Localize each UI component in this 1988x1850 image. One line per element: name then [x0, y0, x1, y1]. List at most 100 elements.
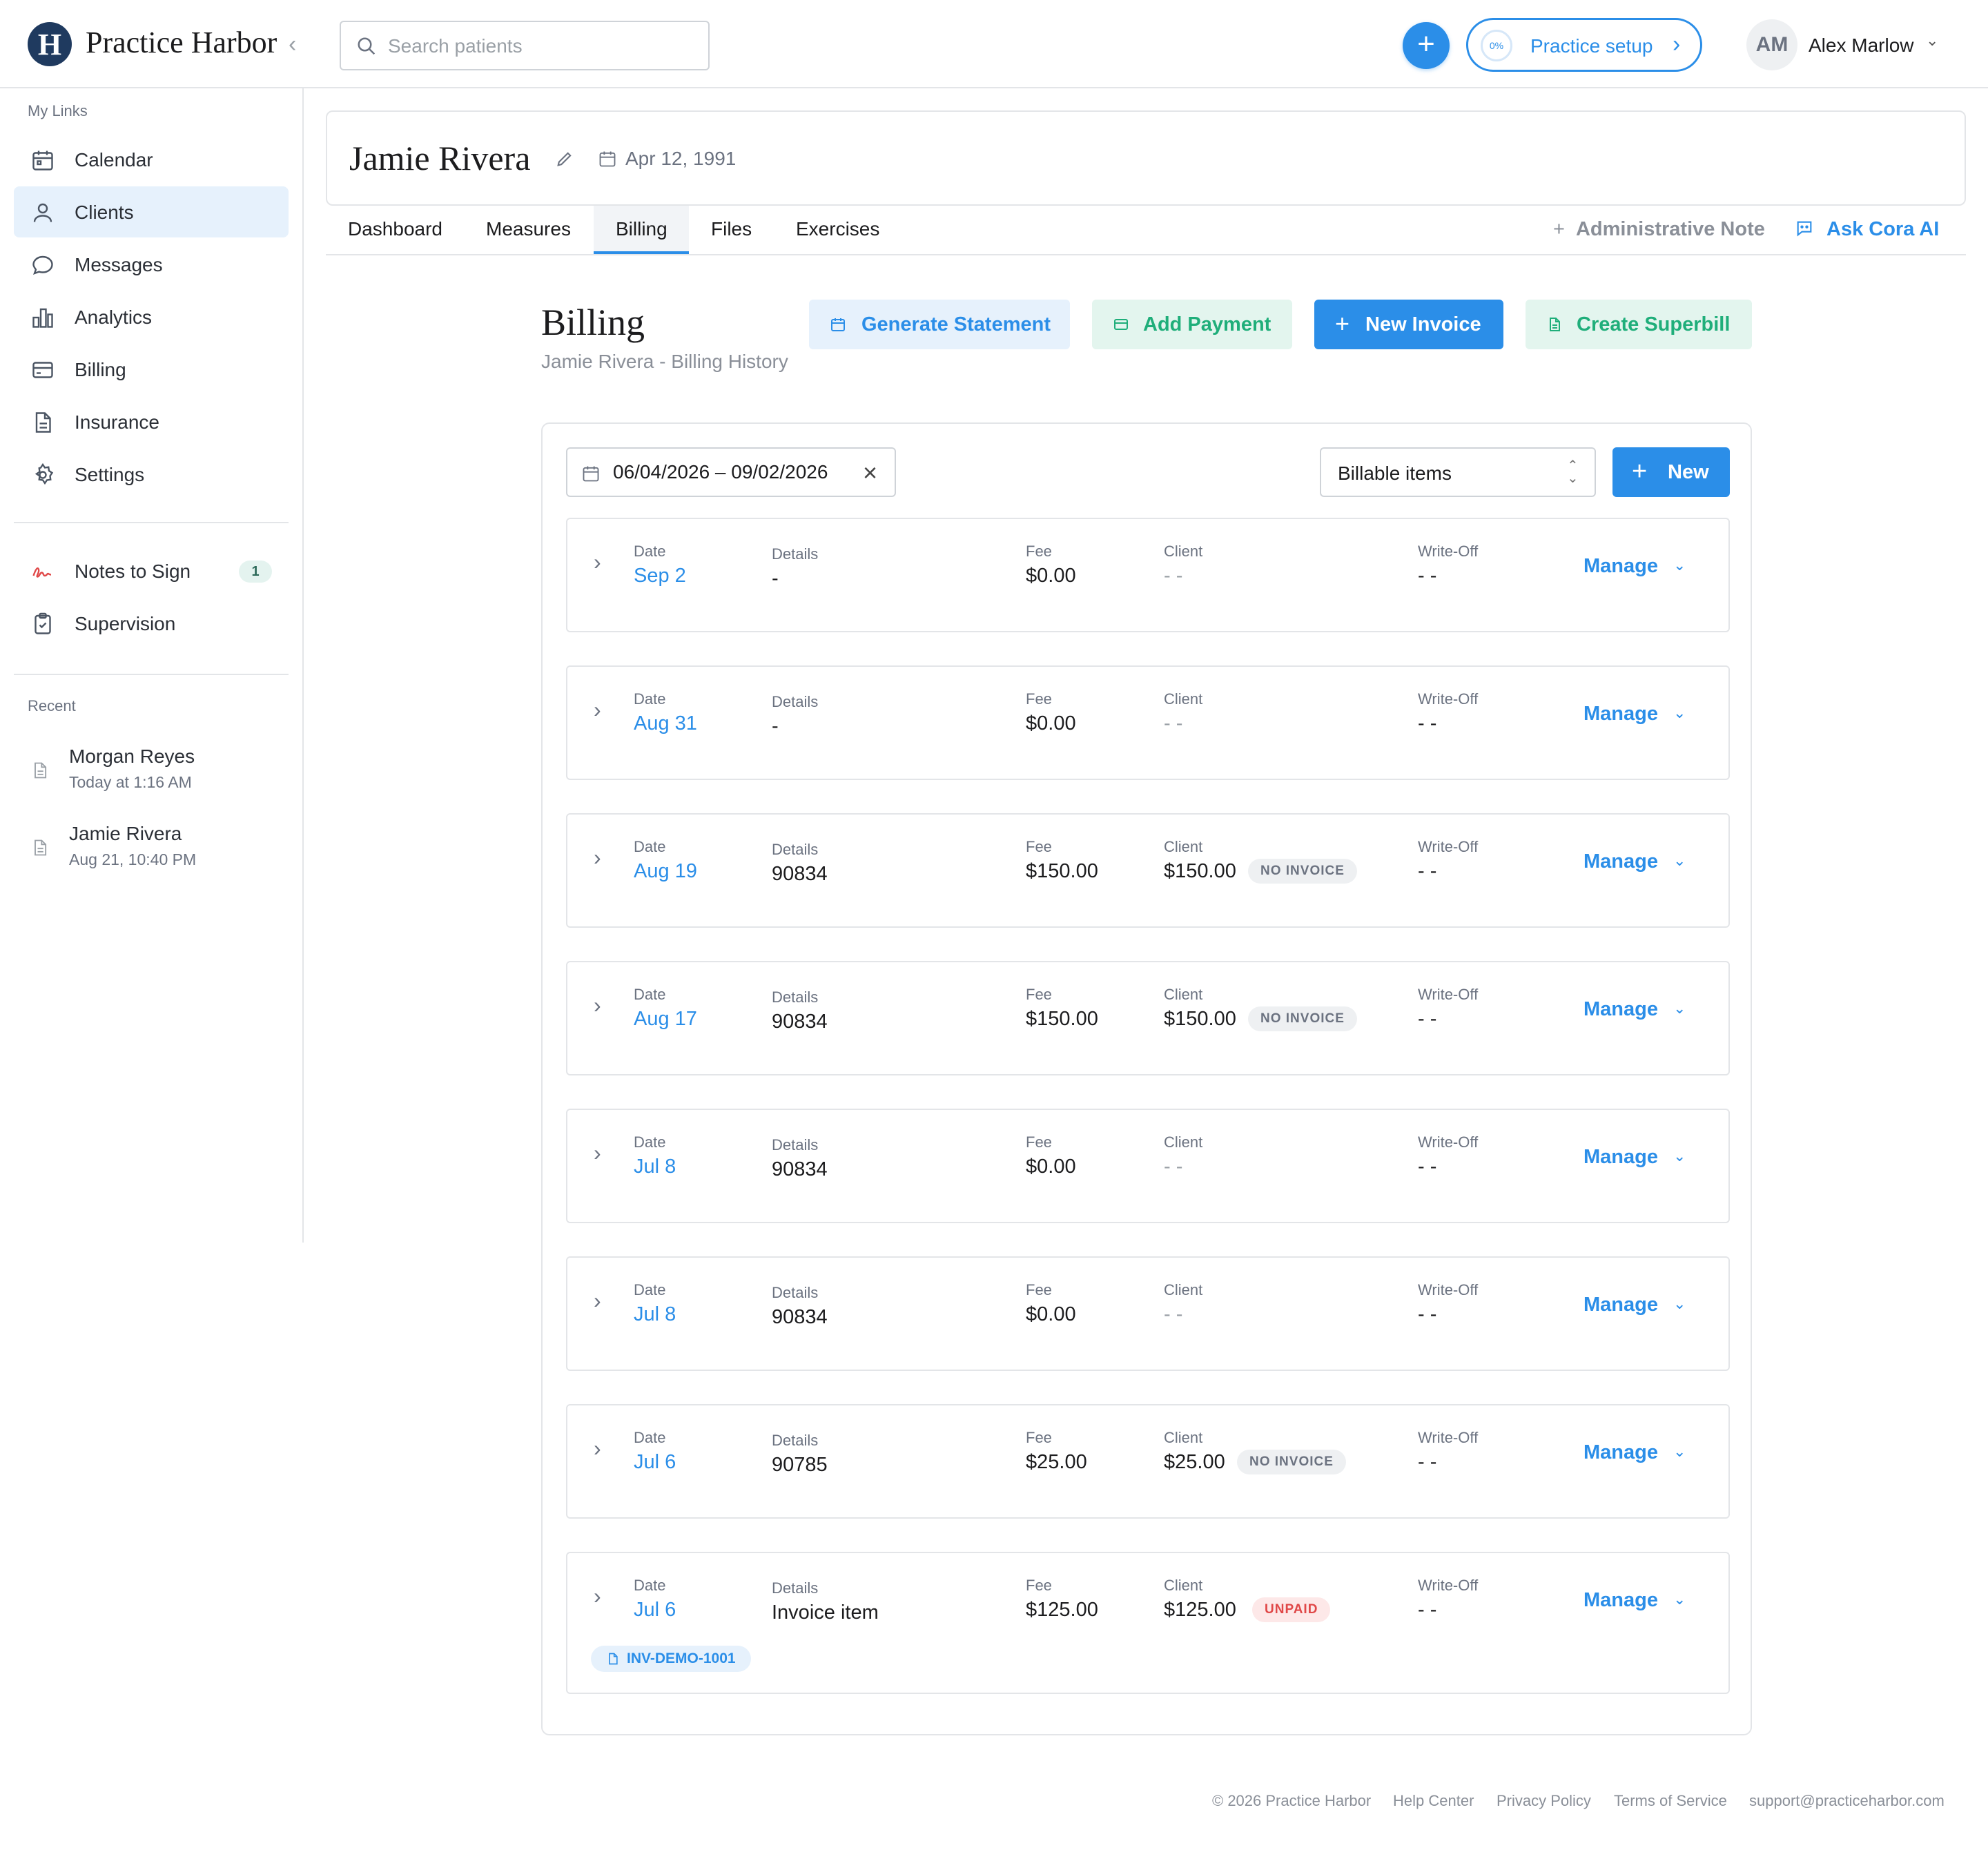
sidebar-item-label: Supervision	[75, 613, 176, 634]
recent-item[interactable]: Jamie Rivera Aug 21, 10:40 PM	[28, 823, 290, 885]
tab-files[interactable]: Files	[711, 218, 752, 240]
chevron-down-icon[interactable]: ⌄	[1673, 1590, 1686, 1608]
search-icon	[358, 37, 376, 55]
generate-statement-button[interactable]: Generate Statement	[809, 300, 1070, 349]
setup-progress-ring: 0%	[1481, 30, 1512, 61]
sidebar-item-insurance[interactable]: Insurance	[14, 396, 289, 447]
status-badge: NO INVOICE	[1237, 1450, 1346, 1474]
patient-dob: Apr 12, 1991	[625, 148, 737, 169]
date-range-value: 06/04/2026 – 09/02/2026	[613, 461, 828, 483]
create-superbill-button[interactable]: Create Superbill	[1526, 300, 1752, 349]
footer-support-email[interactable]: support@practiceharbor.com	[1749, 1792, 1945, 1810]
sidebar-item-settings[interactable]: Settings	[14, 449, 289, 500]
row-date[interactable]: Jul 8	[634, 1156, 676, 1178]
billing-row[interactable]: › Date Jul 8 Details 90834 Fee $0.00 Client - - W…	[566, 1109, 1730, 1223]
chevron-down-icon[interactable]: ⌄	[1926, 32, 1938, 50]
row-date[interactable]: Jul 8	[634, 1303, 676, 1326]
chevron-down-icon[interactable]: ⌄	[1673, 1443, 1686, 1461]
expand-row-icon[interactable]: ›	[594, 1140, 601, 1166]
administrative-note-button[interactable]: + Administrative Note	[1553, 218, 1765, 241]
billing-history-panel: 06/04/2026 – 09/02/2026 × Billable items…	[541, 422, 1752, 1735]
search-input[interactable]	[388, 32, 692, 61]
tab-billing[interactable]: Billing	[616, 218, 667, 240]
row-date[interactable]: Aug 19	[634, 860, 697, 883]
billing-row[interactable]: › Date Jul 8 Details 90834 Fee $0.00 Client - - W…	[566, 1256, 1730, 1371]
date-range-picker[interactable]: 06/04/2026 – 09/02/2026 ×	[566, 447, 896, 497]
row-client-amount: $125.00	[1164, 1599, 1236, 1621]
tab-measures[interactable]: Measures	[486, 218, 571, 240]
chevron-down-icon[interactable]: ⌄	[1673, 1000, 1686, 1018]
expand-row-icon[interactable]: ›	[594, 993, 601, 1018]
clear-date-icon[interactable]: ×	[863, 458, 877, 487]
fee-label: Fee	[1026, 690, 1052, 708]
sidebar-item-calendar[interactable]: Calendar	[14, 134, 289, 185]
expand-row-icon[interactable]: ›	[594, 697, 601, 723]
recent-label: Recent	[28, 697, 76, 714]
chevron-down-icon[interactable]: ⌄	[1673, 1147, 1686, 1165]
logo[interactable]: H	[28, 22, 72, 66]
sidebar-item-analytics[interactable]: Analytics	[14, 291, 289, 342]
recent-item[interactable]: Morgan Reyes Today at 1:16 AM	[28, 746, 290, 808]
footer-link-privacy[interactable]: Privacy Policy	[1497, 1792, 1591, 1810]
manage-button[interactable]: Manage	[1583, 998, 1658, 1021]
sidebar-item-notes-to-sign[interactable]: Notes to Sign 1	[14, 545, 289, 596]
collapse-sidebar-icon[interactable]: ‹	[289, 30, 305, 58]
footer-link-terms[interactable]: Terms of Service	[1614, 1792, 1727, 1810]
row-date[interactable]: Jul 6	[634, 1599, 676, 1622]
billing-row[interactable]: › Date Jul 6 Details Invoice item Fee $125.00 C…	[566, 1552, 1730, 1694]
practice-setup-button[interactable]: 0% Practice setup ›	[1466, 18, 1702, 72]
pencil-icon[interactable]	[555, 149, 574, 168]
sidebar-item-billing[interactable]: Billing	[14, 344, 289, 395]
manage-button[interactable]: Manage	[1583, 703, 1658, 726]
sidebar-item-supervision[interactable]: Supervision	[14, 598, 289, 649]
manage-button[interactable]: Manage	[1583, 1589, 1658, 1612]
row-date[interactable]: Aug 17	[634, 1008, 697, 1031]
item-type-select[interactable]: Billable items ⌃ ⌄	[1320, 447, 1596, 497]
billing-row[interactable]: › Date Aug 31 Details - Fee $0.00 Client - - Writ…	[566, 665, 1730, 780]
manage-button[interactable]: Manage	[1583, 555, 1658, 578]
billing-row[interactable]: › Date Aug 19 Details 90834 Fee $150.00 Client $…	[566, 813, 1730, 928]
document-icon	[35, 412, 51, 433]
footer-link-help[interactable]: Help Center	[1393, 1792, 1474, 1810]
document-icon	[609, 1653, 618, 1665]
invoice-link[interactable]: INV-DEMO-1001	[591, 1646, 751, 1672]
add-payment-button[interactable]: Add Payment	[1092, 300, 1292, 349]
avatar[interactable]: AM	[1746, 19, 1797, 70]
manage-button[interactable]: Manage	[1583, 1146, 1658, 1169]
chevron-down-icon[interactable]: ⌄	[1673, 704, 1686, 722]
row-date[interactable]: Sep 2	[634, 565, 686, 587]
logo-letter: H	[37, 27, 62, 61]
new-item-button[interactable]: + New	[1612, 447, 1730, 497]
billing-row[interactable]: › Date Aug 17 Details 90834 Fee $150.00 Client $…	[566, 961, 1730, 1075]
ask-cora-ai-button[interactable]: Ask Cora AI	[1795, 218, 1939, 241]
billing-row[interactable]: › Date Jul 6 Details 90785 Fee $25.00 Client $25…	[566, 1404, 1730, 1519]
tab-exercises[interactable]: Exercises	[796, 218, 879, 240]
chevron-down-icon[interactable]: ⌄	[1673, 852, 1686, 870]
manage-button[interactable]: Manage	[1583, 1294, 1658, 1316]
patient-name: Jamie Rivera	[349, 139, 531, 177]
expand-row-icon[interactable]: ›	[594, 845, 601, 870]
manage-button[interactable]: Manage	[1583, 1441, 1658, 1464]
chevron-down-icon[interactable]: ⌄	[1673, 556, 1686, 574]
expand-row-icon[interactable]: ›	[594, 549, 601, 575]
sidebar-item-messages[interactable]: Messages	[14, 239, 289, 290]
row-client-amount: - -	[1164, 1303, 1183, 1325]
tab-dashboard[interactable]: Dashboard	[348, 218, 442, 240]
expand-row-icon[interactable]: ›	[594, 1288, 601, 1314]
row-fee: $125.00	[1026, 1599, 1098, 1621]
row-client-amount: - -	[1164, 712, 1183, 734]
expand-row-icon[interactable]: ›	[594, 1436, 601, 1461]
expand-row-icon[interactable]: ›	[594, 1584, 601, 1609]
search-box[interactable]	[340, 21, 710, 70]
row-date[interactable]: Jul 6	[634, 1451, 676, 1474]
quick-add-button[interactable]: +	[1403, 22, 1450, 69]
user-name[interactable]: Alex Marlow	[1809, 35, 1913, 57]
patient-tabs: Dashboard Measures Billing Files Exercis…	[326, 206, 1966, 255]
sidebar-item-clients[interactable]: Clients	[14, 186, 289, 237]
billing-row[interactable]: › Date Sep 2 Details - Fee $0.00 Client - - Write…	[566, 518, 1730, 632]
chevron-down-icon[interactable]: ⌄	[1673, 1295, 1686, 1313]
client-label: Client	[1164, 1577, 1203, 1594]
manage-button[interactable]: Manage	[1583, 850, 1658, 873]
row-date[interactable]: Aug 31	[634, 712, 697, 735]
new-invoice-button[interactable]: + New Invoice	[1314, 300, 1503, 349]
